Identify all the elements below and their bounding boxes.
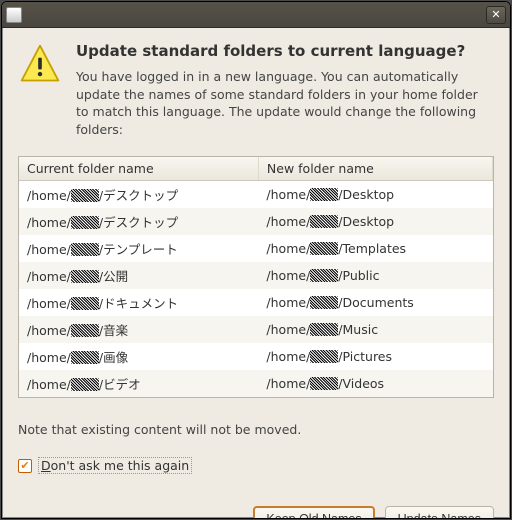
close-button[interactable]: ✕ <box>486 6 506 24</box>
current-folder-cell: /home//テンプレート <box>19 235 258 262</box>
redacted-username <box>310 323 338 336</box>
current-folder-cell: /home//デスクトップ <box>19 181 258 209</box>
redacted-username <box>71 324 99 337</box>
column-header-new[interactable]: New folder name <box>258 157 492 181</box>
redacted-username <box>71 270 99 283</box>
button-row: Keep Old Names Update Names <box>18 498 494 519</box>
column-header-current[interactable]: Current folder name <box>19 157 258 181</box>
table-row[interactable]: /home//テンプレート/home//Templates <box>19 235 493 262</box>
table-row[interactable]: /home//デスクトップ/home//Desktop <box>19 208 493 235</box>
redacted-username <box>310 296 338 309</box>
redacted-username <box>71 297 99 310</box>
folders-table: Current folder name New folder name /hom… <box>18 156 494 398</box>
new-folder-cell: /home//Public <box>258 262 492 289</box>
current-folder-cell: /home//画像 <box>19 343 258 370</box>
current-folder-cell: /home//デスクトップ <box>19 208 258 235</box>
redacted-username <box>310 242 338 255</box>
redacted-username <box>71 216 99 229</box>
table-row[interactable]: /home//デスクトップ/home//Desktop <box>19 181 493 209</box>
redacted-username <box>71 351 99 364</box>
table-row[interactable]: /home//音楽/home//Music <box>19 316 493 343</box>
dialog-heading: Update standard folders to current langu… <box>76 42 494 60</box>
redacted-username <box>71 243 99 256</box>
warning-icon <box>18 42 62 86</box>
new-folder-cell: /home//Music <box>258 316 492 343</box>
redacted-username <box>310 188 338 201</box>
note-text: Note that existing content will not be m… <box>18 422 494 437</box>
redacted-username <box>310 377 338 390</box>
current-folder-cell: /home//ビデオ <box>19 370 258 397</box>
new-folder-cell: /home//Templates <box>258 235 492 262</box>
dialog-window: ✕ Update standard folders to current lan… <box>1 1 511 519</box>
dont-ask-checkbox[interactable]: ✔ <box>18 459 32 473</box>
redacted-username <box>310 215 338 228</box>
table-row[interactable]: /home//ビデオ/home//Videos <box>19 370 493 397</box>
titlebar[interactable]: ✕ <box>2 2 510 28</box>
redacted-username <box>71 189 99 202</box>
redacted-username <box>71 378 99 391</box>
dialog-message: You have logged in in a new language. Yo… <box>76 68 494 138</box>
redacted-username <box>310 350 338 363</box>
table-row[interactable]: /home//画像/home//Pictures <box>19 343 493 370</box>
current-folder-cell: /home//ドキュメント <box>19 289 258 316</box>
dont-ask-label[interactable]: Don't ask me this again <box>38 457 192 474</box>
close-icon: ✕ <box>491 8 500 21</box>
table-row[interactable]: /home//ドキュメント/home//Documents <box>19 289 493 316</box>
keep-old-names-button[interactable]: Keep Old Names <box>253 506 374 519</box>
update-names-button[interactable]: Update Names <box>385 506 494 519</box>
new-folder-cell: /home//Documents <box>258 289 492 316</box>
current-folder-cell: /home//公開 <box>19 262 258 289</box>
table-row[interactable]: /home//公開/home//Public <box>19 262 493 289</box>
current-folder-cell: /home//音楽 <box>19 316 258 343</box>
new-folder-cell: /home//Desktop <box>258 208 492 235</box>
redacted-username <box>310 269 338 282</box>
new-folder-cell: /home//Videos <box>258 370 492 397</box>
new-folder-cell: /home//Desktop <box>258 181 492 209</box>
new-folder-cell: /home//Pictures <box>258 343 492 370</box>
window-icon <box>6 7 22 23</box>
